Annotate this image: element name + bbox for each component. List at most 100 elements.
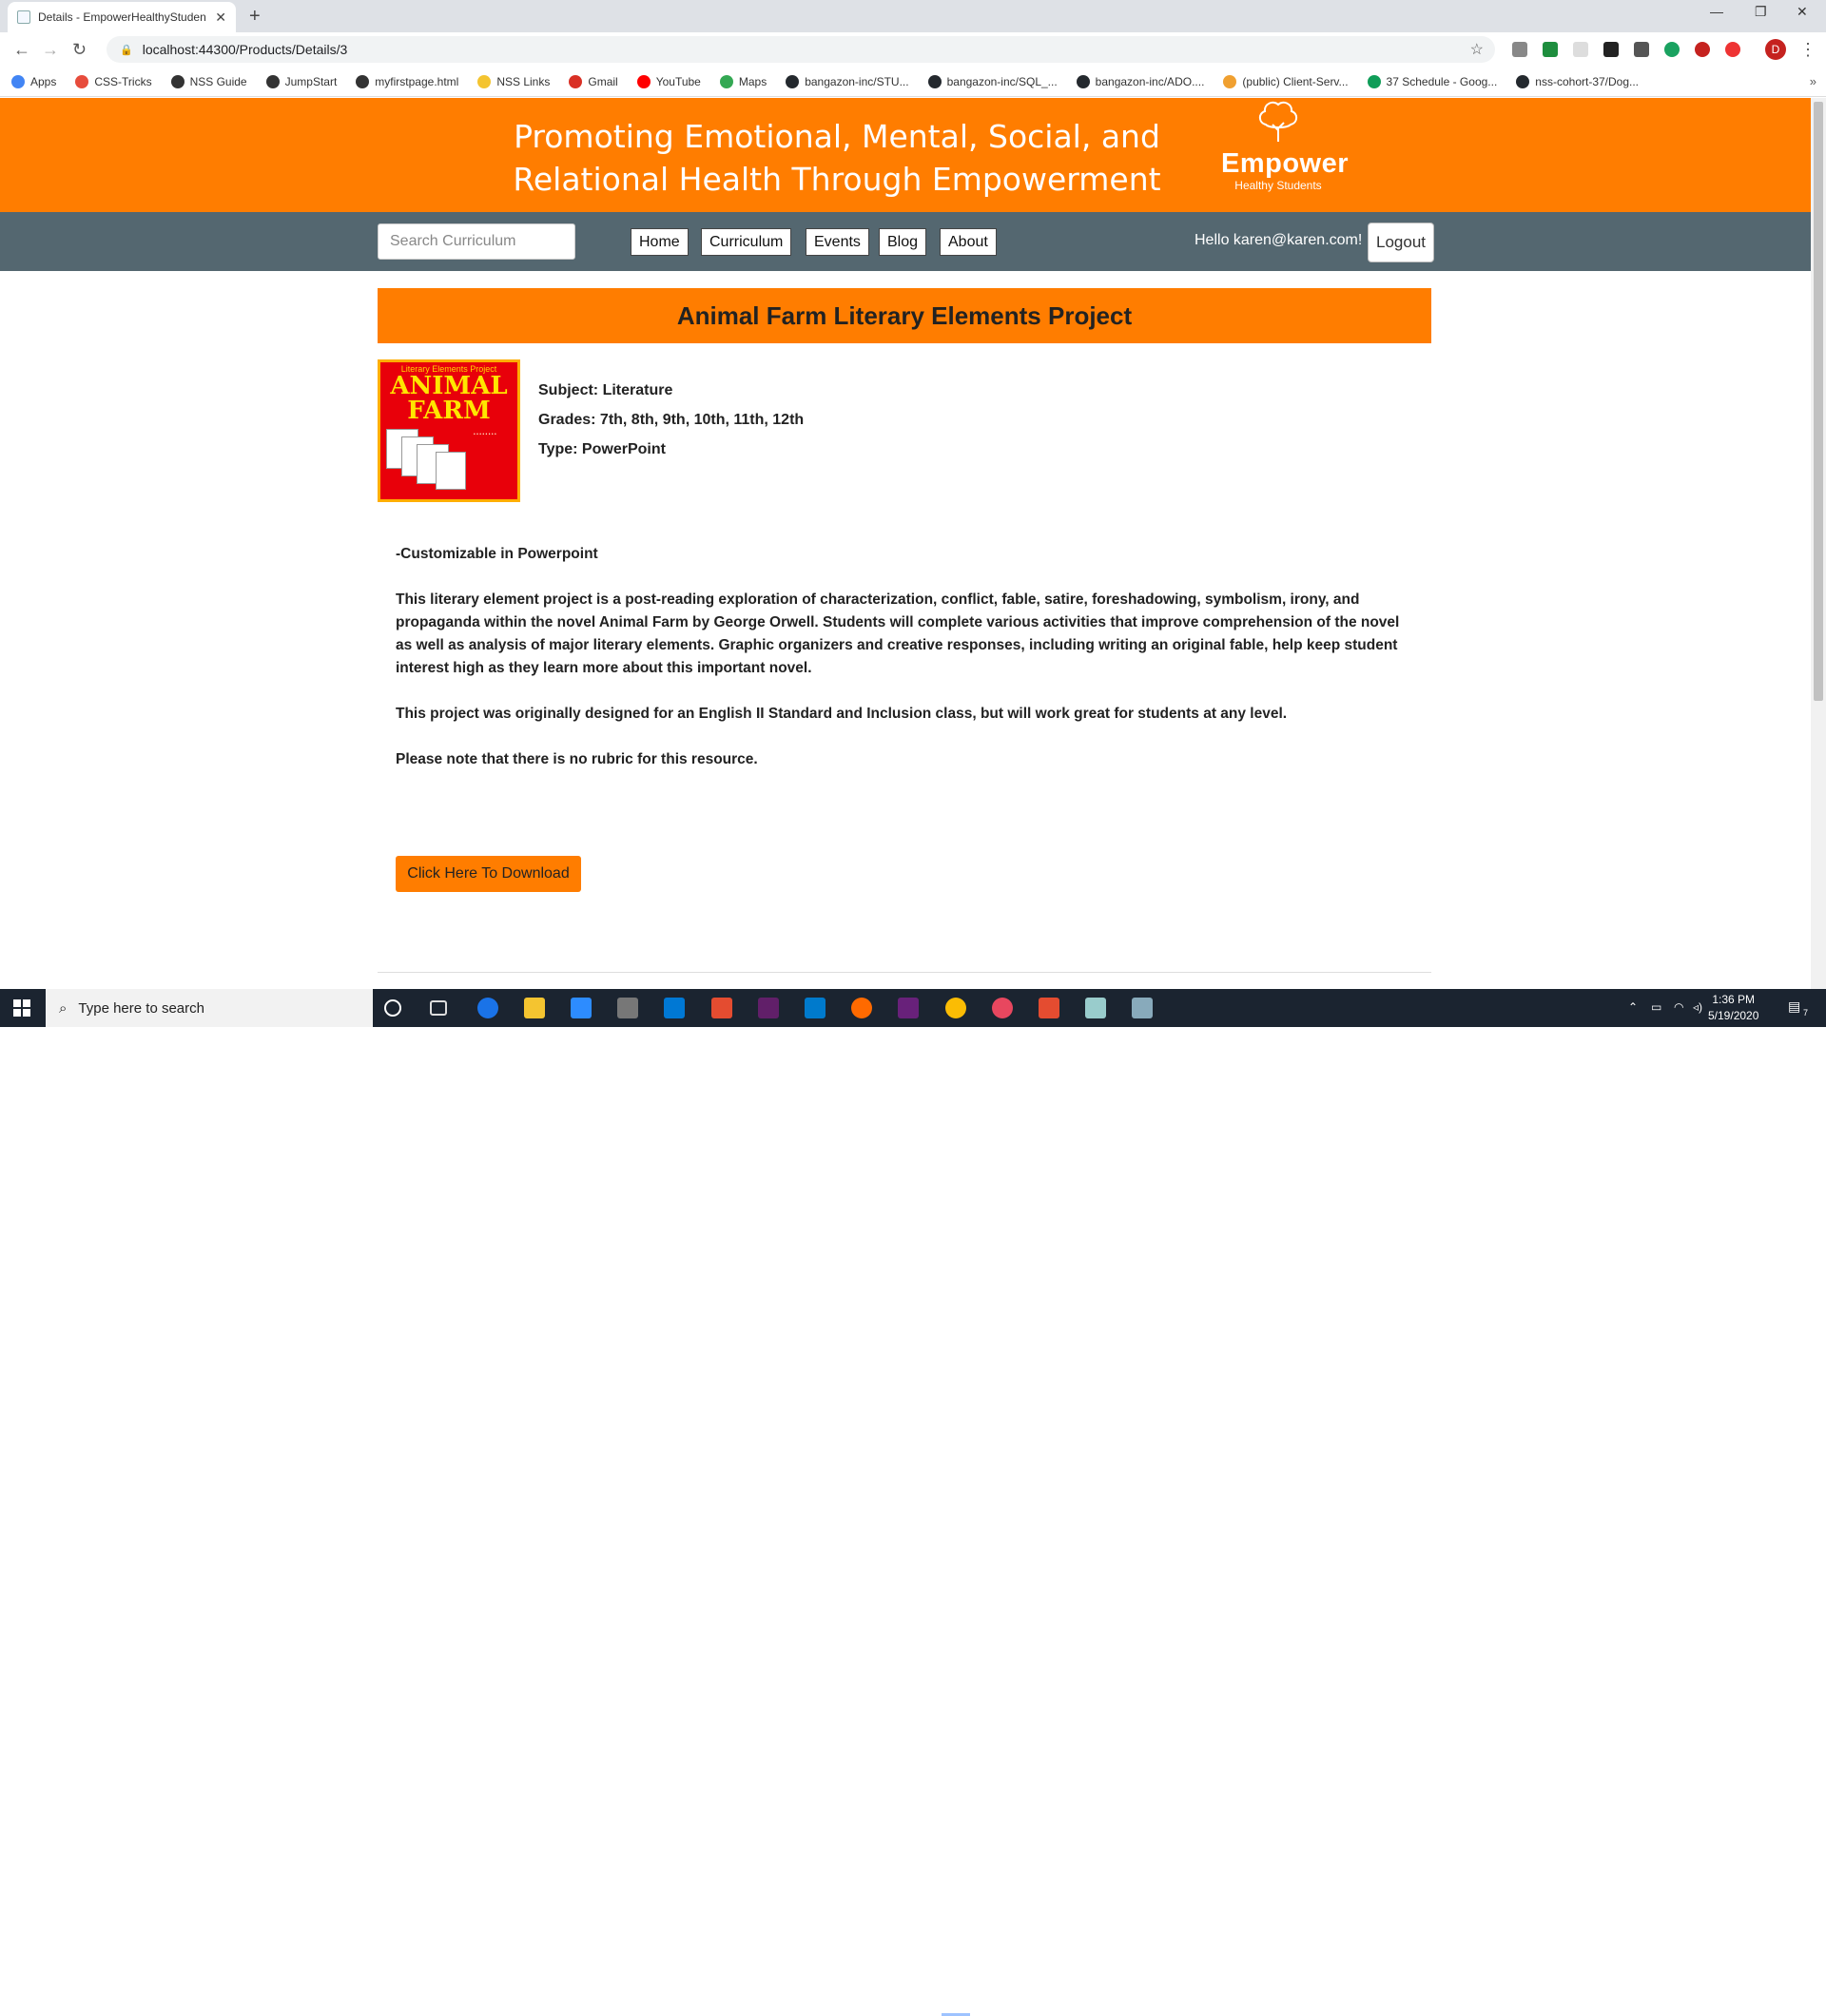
site-header: Promoting Emotional, Mental, Social, and… [0, 98, 1811, 212]
extension-icon[interactable] [1603, 42, 1619, 57]
bookmarks-bar: Apps CSS-Tricks NSS Guide JumpStart myfirstp… [0, 67, 1826, 97]
profile-avatar[interactable]: D [1765, 39, 1786, 60]
nav-events[interactable]: Events [806, 228, 869, 256]
bookmark-favicon-icon [927, 74, 942, 88]
content-divider [378, 972, 1431, 973]
bookmark-item[interactable]: bangazon-inc/STU... [786, 74, 909, 88]
logo-subtitle: Healthy Students [1234, 179, 1322, 192]
page-favicon-icon [17, 10, 30, 24]
file-explorer-icon[interactable] [524, 998, 545, 1018]
minimize-icon[interactable]: — [1710, 4, 1723, 19]
site-tagline: Promoting Emotional, Mental, Social, and… [513, 118, 1161, 198]
nav-home[interactable]: Home [631, 228, 689, 256]
cortana-icon[interactable] [384, 999, 401, 1017]
extension-icon[interactable] [1512, 42, 1527, 57]
git-icon[interactable] [711, 998, 732, 1018]
taskbar-search-placeholder: Type here to search [78, 999, 204, 1017]
bookmark-item[interactable]: myfirstpage.html [356, 74, 459, 88]
app-icon[interactable] [992, 998, 1013, 1018]
forward-icon[interactable]: → [42, 40, 59, 60]
bookmark-star-icon[interactable]: ☆ [1470, 40, 1484, 59]
paint-icon[interactable] [1132, 998, 1153, 1018]
address-bar[interactable]: 🔒 localhost:44300/Products/Details/3 ☆ [107, 36, 1495, 63]
bookmark-label: myfirstpage.html [375, 74, 459, 88]
scrollbar-thumb[interactable] [1814, 102, 1823, 701]
back-icon[interactable]: ← [13, 40, 30, 60]
battery-icon[interactable]: ▭ [1651, 1000, 1661, 1014]
bookmark-item[interactable]: Maps [719, 74, 767, 88]
bookmark-favicon-icon [569, 74, 583, 88]
visual-studio-icon[interactable] [898, 998, 919, 1018]
browser-toolbar: ← → ↻ 🔒 localhost:44300/Products/Details… [0, 32, 1826, 67]
search-input[interactable] [378, 223, 575, 260]
volume-icon[interactable]: ◃) [1693, 1000, 1702, 1014]
bookmark-item[interactable]: YouTube [636, 74, 701, 88]
nav-blog[interactable]: Blog [879, 228, 927, 256]
tray-chevron-icon[interactable]: ⌃ [1628, 1000, 1638, 1014]
wifi-icon[interactable]: ◠ [1674, 1000, 1683, 1014]
download-button[interactable]: Click Here To Download [396, 856, 581, 892]
bookmark-favicon-icon [1076, 74, 1090, 88]
more-bookmarks-icon[interactable]: » [1810, 74, 1816, 88]
bookmark-item[interactable]: NSS Guide [170, 74, 247, 88]
vscode-icon[interactable] [805, 998, 826, 1018]
bookmark-item[interactable]: bangazon-inc/SQL_... [927, 74, 1058, 88]
bookmark-item[interactable]: Apps [11, 74, 56, 88]
chrome-icon[interactable] [945, 998, 966, 1018]
bookmark-label: NSS Links [496, 74, 551, 88]
system-clock[interactable]: 1:36 PM 5/19/2020 [1708, 992, 1758, 1024]
logout-button[interactable]: Logout [1368, 223, 1434, 262]
product-title: Animal Farm Literary Elements Project [378, 288, 1431, 343]
bookmark-item[interactable]: 37 Schedule - Goog... [1367, 74, 1497, 88]
bookmark-item[interactable]: nss-cohort-37/Dog... [1516, 74, 1639, 88]
close-tab-icon[interactable]: ✕ [215, 10, 226, 26]
notification-count: 7 [1803, 1008, 1809, 1018]
adblock-icon[interactable] [1695, 42, 1710, 57]
close-window-icon[interactable]: ✕ [1797, 4, 1808, 20]
bookmark-item[interactable]: Gmail [569, 74, 618, 88]
site-logo[interactable]: Empower Healthy Students [1221, 100, 1349, 195]
mail-icon[interactable] [664, 998, 685, 1018]
json-extension-icon[interactable] [1634, 42, 1649, 57]
nav-about[interactable]: About [940, 228, 997, 256]
description-paragraph: This project was originally designed for… [396, 706, 1288, 722]
menu-kebab-icon[interactable]: ⋮ [1799, 40, 1816, 60]
bookmark-item[interactable]: NSS Links [477, 74, 551, 88]
bookmark-favicon-icon [356, 74, 370, 88]
zoom-icon[interactable] [571, 998, 592, 1018]
bookmark-item[interactable]: (public) Client-Serv... [1223, 74, 1349, 88]
evernote-extension-icon[interactable] [1543, 42, 1558, 57]
slack-icon[interactable] [758, 998, 779, 1018]
extension-icon[interactable] [1664, 42, 1680, 57]
restore-icon[interactable]: ❐ [1755, 4, 1767, 20]
page-scrollbar[interactable] [1811, 98, 1826, 989]
nav-curriculum[interactable]: Curriculum [701, 228, 792, 256]
store-icon[interactable] [617, 998, 638, 1018]
git-kraken-icon[interactable] [1039, 998, 1059, 1018]
bookmark-favicon-icon [636, 74, 651, 88]
search-icon: ⌕ [59, 999, 68, 1017]
notifications-icon[interactable]: ▤ [1788, 998, 1800, 1015]
notepad-icon[interactable] [1085, 998, 1106, 1018]
clock-time: 1:36 PM [1712, 993, 1756, 1006]
description-paragraph: Please note that there is no rubric for … [396, 751, 758, 767]
bookmark-favicon-icon [170, 74, 185, 88]
browser-tab-strip: Details - EmpowerHealthyStuden ✕ + — ❐ ✕ [0, 0, 1826, 32]
browser-tab[interactable]: Details - EmpowerHealthyStuden ✕ [8, 2, 236, 32]
taskbar-search-box[interactable]: ⌕ Type here to search [46, 989, 373, 1027]
extension-icon[interactable] [1725, 42, 1740, 57]
extension-icon[interactable] [1573, 42, 1588, 57]
bookmark-favicon-icon [719, 74, 733, 88]
bookmark-item[interactable]: bangazon-inc/ADO.... [1076, 74, 1204, 88]
new-tab-icon[interactable]: + [249, 6, 261, 28]
windows-start-icon[interactable] [13, 999, 30, 1017]
edge-icon[interactable] [477, 998, 498, 1018]
bookmark-item[interactable]: JumpStart [265, 74, 337, 88]
page-viewport: Promoting Emotional, Mental, Social, and… [0, 98, 1811, 989]
bookmark-favicon-icon [1223, 74, 1237, 88]
thumbnail-title-line1: ANIMAL [390, 372, 508, 400]
postman-icon[interactable] [851, 998, 872, 1018]
bookmark-item[interactable]: CSS-Tricks [75, 74, 152, 88]
reload-icon[interactable]: ↻ [72, 40, 87, 60]
task-view-icon[interactable] [430, 1000, 447, 1016]
